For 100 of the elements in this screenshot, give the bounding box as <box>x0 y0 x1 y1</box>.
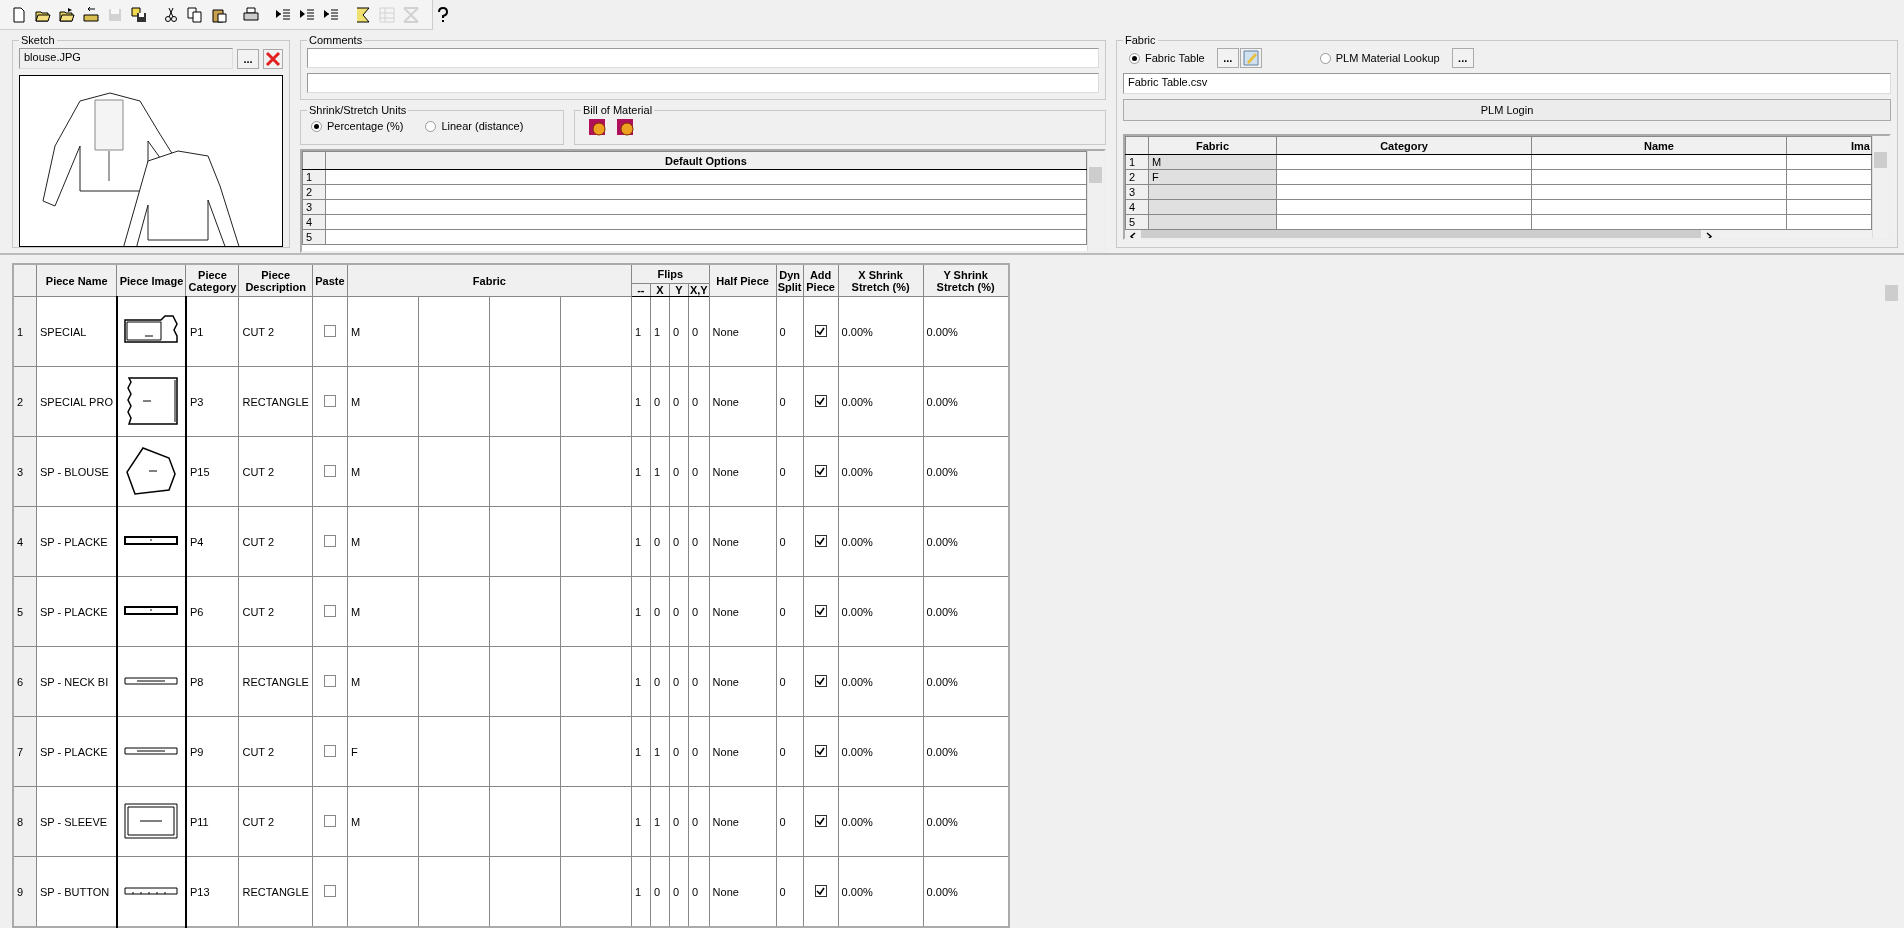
table-cell <box>489 366 561 437</box>
radio-label[interactable]: Percentage (%) <box>327 120 404 132</box>
checkbox[interactable] <box>323 884 336 897</box>
column-header: Piece Category <box>185 264 239 297</box>
table-cell: M <box>347 786 419 857</box>
column-header: X Shrink Stretch (%) <box>838 264 924 297</box>
delete-button[interactable] <box>263 48 283 69</box>
table-cell <box>560 436 632 507</box>
browse-button[interactable]: ... <box>1216 48 1239 68</box>
table-cell: 0 <box>669 576 689 647</box>
checkbox[interactable] <box>323 394 336 407</box>
table-cell: RECTANGLE <box>238 366 313 437</box>
comment-field[interactable] <box>307 48 1099 68</box>
table-cell: 0 <box>669 366 689 437</box>
radio-label[interactable]: Fabric Table <box>1145 52 1205 64</box>
table-cell: CUT 2 <box>238 506 313 577</box>
row-number: 7 <box>13 716 37 787</box>
browse-button[interactable]: ... <box>1451 48 1474 68</box>
table-cell: 0 <box>688 506 710 577</box>
checkbox[interactable] <box>323 744 336 757</box>
table-cell: 0.00% <box>838 576 924 647</box>
table-cell: 0 <box>776 366 804 437</box>
radio-button[interactable] <box>425 120 437 132</box>
pattern-piece-icon <box>123 745 180 756</box>
table-cell: P11 <box>185 786 239 857</box>
radio-button[interactable] <box>311 120 322 132</box>
checkbox[interactable] <box>814 535 827 548</box>
table-cell: None <box>709 296 777 367</box>
file-field[interactable]: blouse.JPG <box>19 48 233 69</box>
table-cell: 0 <box>688 646 710 717</box>
table-cell: 1 <box>631 296 651 367</box>
checkbox[interactable] <box>323 814 336 827</box>
table-cell <box>489 296 561 367</box>
radio-label[interactable]: Linear (distance) <box>441 120 524 132</box>
checkbox[interactable] <box>814 395 827 408</box>
table-cell: 1 <box>650 716 670 787</box>
table-cell: P3 <box>185 366 239 437</box>
checkbox[interactable] <box>814 605 827 618</box>
table-cell: None <box>709 786 777 857</box>
table-cell <box>489 786 561 857</box>
pattern-piece-icon <box>123 535 180 546</box>
pattern-piece-icon <box>123 605 180 616</box>
radio-button[interactable] <box>1129 52 1140 64</box>
material-icon[interactable] <box>615 118 635 138</box>
login-button[interactable]: PLM Login <box>1123 99 1891 121</box>
row-number: 5 <box>13 576 37 647</box>
table-cell: 0 <box>776 576 804 647</box>
table-cell <box>418 296 490 367</box>
table-cell: 0.00% <box>838 366 924 437</box>
row-number: 1 <box>13 296 37 367</box>
table-cell: 0 <box>688 436 710 507</box>
table-cell: 0 <box>688 716 710 787</box>
table-cell: M <box>347 436 419 507</box>
table-cell: 1 <box>631 506 651 577</box>
column-header: Half Piece <box>709 264 777 297</box>
column-header: Piece Description <box>238 264 313 297</box>
table-cell: None <box>709 436 777 507</box>
table-cell: 1 <box>650 786 670 857</box>
table-cell: None <box>709 366 777 437</box>
table-cell: 0 <box>776 646 804 717</box>
scrollbar[interactable] <box>1087 151 1104 251</box>
checkbox[interactable] <box>323 464 336 477</box>
comment-field[interactable] <box>307 73 1099 93</box>
table-cell <box>560 296 632 367</box>
row-number: 8 <box>13 786 37 857</box>
table-cell: 1 <box>650 436 670 507</box>
checkbox[interactable] <box>814 815 827 828</box>
checkbox[interactable] <box>323 324 336 337</box>
row-number: 6 <box>13 646 37 717</box>
table-cell: RECTANGLE <box>238 646 313 717</box>
row-number: 9 <box>13 856 37 927</box>
file-field[interactable]: Fabric Table.csv <box>1123 73 1891 94</box>
checkbox[interactable] <box>814 465 827 478</box>
table-cell: None <box>709 576 777 647</box>
table-cell <box>560 716 632 787</box>
checkbox[interactable] <box>323 534 336 547</box>
table-cell: 0 <box>669 436 689 507</box>
table-cell: 0.00% <box>838 786 924 857</box>
table-cell <box>560 786 632 857</box>
checkbox[interactable] <box>323 674 336 687</box>
radio-button[interactable] <box>1319 52 1331 64</box>
table-cell: 0 <box>688 786 710 857</box>
table-cell: 0 <box>776 296 804 367</box>
column-header: Piece Name <box>36 264 117 297</box>
table-cell: CUT 2 <box>238 296 313 367</box>
checkbox[interactable] <box>814 325 827 338</box>
checkbox[interactable] <box>323 604 336 617</box>
checkbox[interactable] <box>814 745 827 758</box>
table-cell: M <box>347 646 419 717</box>
radio-label[interactable]: PLM Material Lookup <box>1335 52 1440 64</box>
material-icon[interactable] <box>587 118 607 138</box>
checkbox[interactable] <box>814 885 827 898</box>
checkbox[interactable] <box>814 675 827 688</box>
column-header: Flips <box>631 264 710 284</box>
column-header: Piece Image <box>116 264 186 297</box>
browse-button[interactable]: ... <box>237 48 259 69</box>
table-cell <box>418 576 490 647</box>
table-cell: None <box>709 646 777 717</box>
table-cell: 1 <box>631 436 651 507</box>
table-cell: CUT 2 <box>238 436 313 507</box>
